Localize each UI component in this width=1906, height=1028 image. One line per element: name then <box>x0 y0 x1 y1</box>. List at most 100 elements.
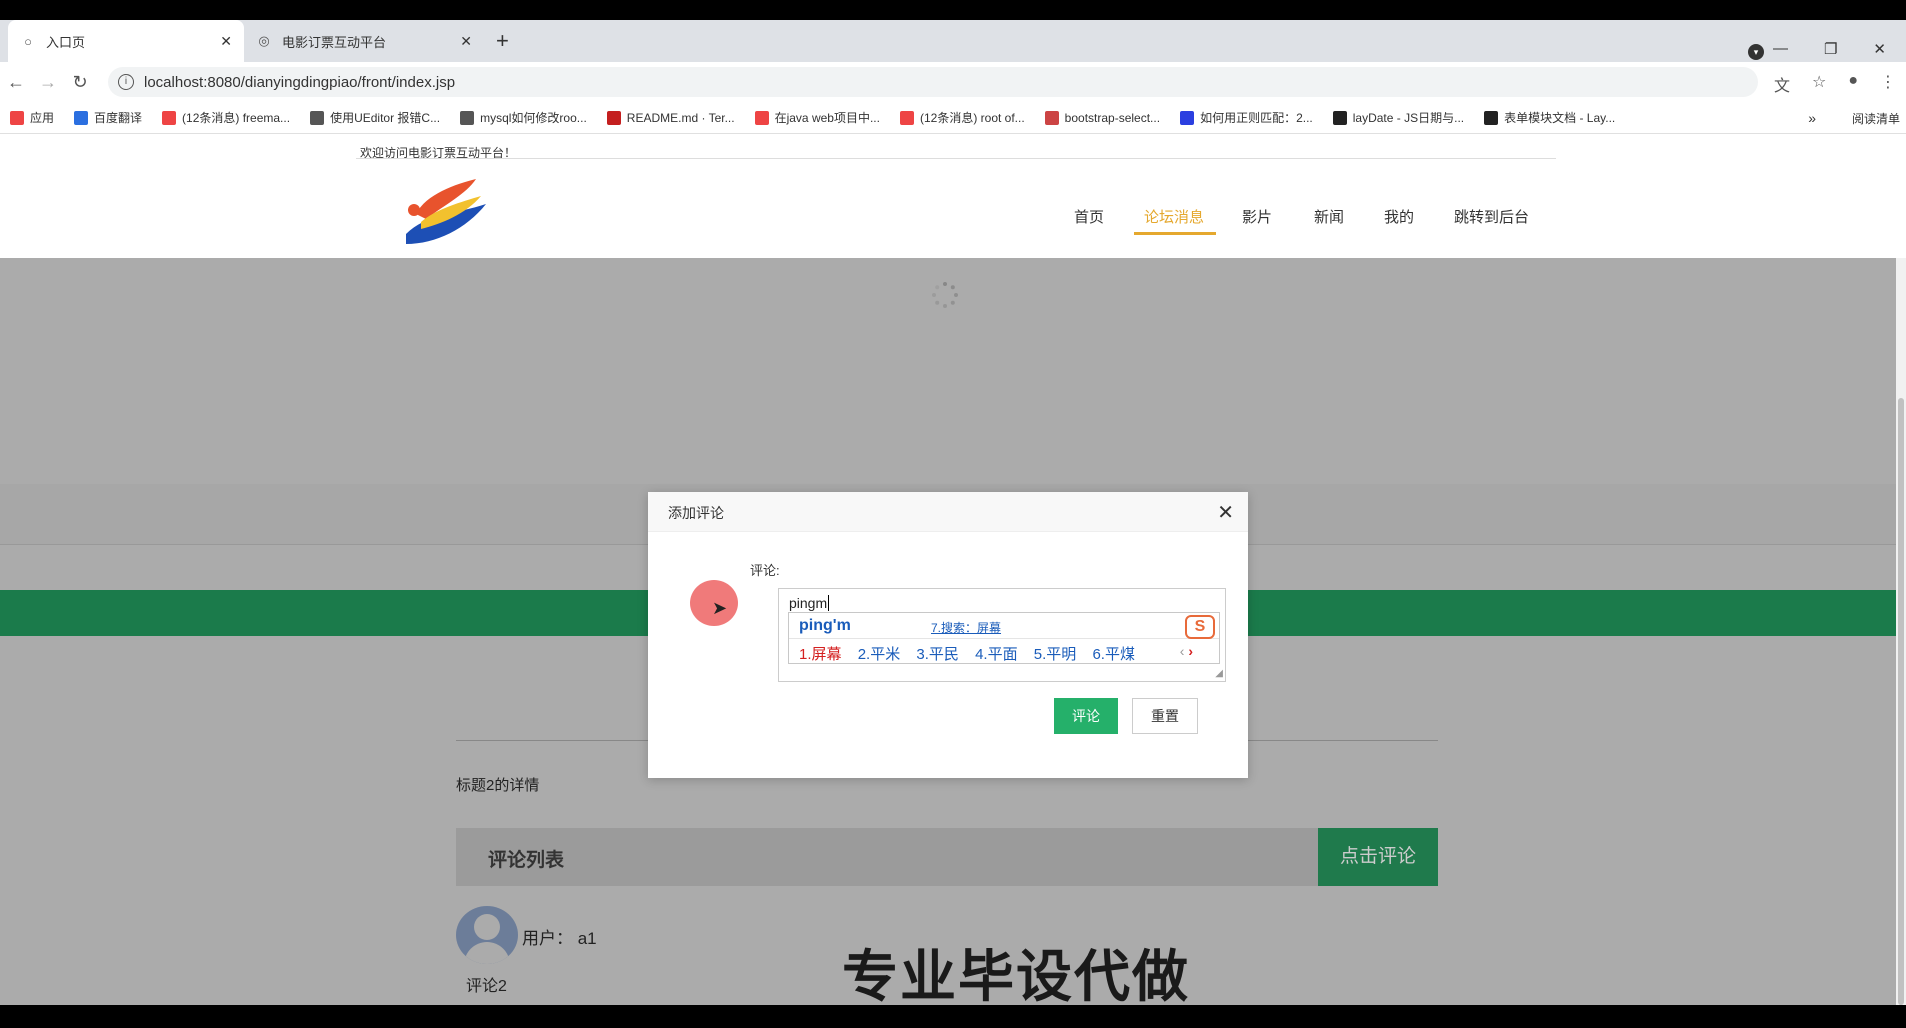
menu-icon[interactable]: ⋮ <box>1880 72 1896 96</box>
bookmark-item[interactable]: README.md · Ter... <box>606 110 735 125</box>
mouse-cursor-icon: ➤ <box>712 598 728 618</box>
add-comment-button[interactable]: 点击评论 <box>1318 828 1438 886</box>
submit-comment-button[interactable]: 评论 <box>1054 698 1118 734</box>
minimize-icon[interactable]: — <box>1773 40 1788 58</box>
bottom-black-bar <box>0 1005 1906 1028</box>
window-controls: — ❐ ✕ <box>1773 40 1886 58</box>
bookmark-item[interactable]: 应用 <box>10 109 54 126</box>
star-icon[interactable]: ☆ <box>1812 72 1826 96</box>
ime-candidate[interactable]: 3.平民 <box>916 646 959 663</box>
loading-spinner-icon <box>932 282 958 308</box>
bookmark-item[interactable]: 使用UEditor 报错C... <box>310 109 440 126</box>
ime-composition-row: ping'm 7.搜索：屏幕 S <box>789 613 1219 639</box>
globe-icon: ○ <box>24 33 32 49</box>
bookmark-label: 在java web项目中... <box>774 111 880 125</box>
bookmark-icon <box>1044 110 1059 125</box>
ime-search-link[interactable]: 7.搜索：屏幕 <box>931 619 1001 636</box>
scrollbar-thumb[interactable] <box>1898 398 1904 1005</box>
ime-candidate[interactable]: 4.平面 <box>975 646 1018 663</box>
nav-admin[interactable]: 跳转到后台 <box>1454 206 1529 227</box>
back-icon[interactable]: ← <box>0 72 32 93</box>
resize-handle-icon[interactable]: ◢ <box>1215 668 1223 679</box>
bookmark-icon <box>310 110 325 125</box>
divider <box>356 158 1556 159</box>
bookmark-item[interactable]: 表单模块文档 - Lay... <box>1484 109 1615 126</box>
window-close-icon[interactable]: ✕ <box>1873 40 1886 58</box>
textarea-value: pingm <box>789 595 828 611</box>
nav-active-indicator <box>1134 232 1216 235</box>
bookmark-item[interactable]: layDate - JS日期与... <box>1332 109 1465 126</box>
bookmark-label: bootstrap-select... <box>1064 110 1161 125</box>
ime-candidate[interactable]: 5.平明 <box>1034 646 1077 663</box>
profile-icon[interactable]: ● <box>1848 72 1858 96</box>
nav-films[interactable]: 影片 <box>1242 206 1272 227</box>
nav-news[interactable]: 新闻 <box>1314 206 1344 227</box>
ime-pinyin: ping'm <box>799 617 851 634</box>
ime-candidate[interactable]: 2.平米 <box>858 646 901 663</box>
bookmark-icon <box>162 110 177 125</box>
bookmark-label: 应用 <box>30 111 55 125</box>
new-tab-button[interactable]: + <box>496 28 509 54</box>
address-bar: ← → ↻ i localhost:8080/dianyingdingpiao/… <box>0 62 1906 102</box>
bookmark-label: (12条消息) freema... <box>182 111 291 125</box>
bookmark-label: mysql如何修改roo... <box>480 111 587 125</box>
screen: ○ 入口页 ✕ ◎ 电影订票互动平台 ✕ + ▾ — ❐ ✕ ← → ↻ i l… <box>0 0 1906 1028</box>
top-black-bar <box>0 0 1906 20</box>
ime-page-arrows[interactable]: ‹ › <box>1180 643 1193 659</box>
bookmark-icon <box>899 110 914 125</box>
close-icon[interactable]: ✕ <box>1217 500 1234 525</box>
url-text: localhost:8080/dianyingdingpiao/front/in… <box>144 73 456 91</box>
bookmark-item[interactable]: 在java web项目中... <box>754 109 880 126</box>
restore-icon[interactable]: ❐ <box>1824 40 1837 58</box>
bookmark-label: 百度翻译 <box>94 111 143 125</box>
bookmarks-more-icon[interactable]: » <box>1808 110 1816 126</box>
bookmark-item[interactable]: (12条消息) freema... <box>162 109 290 126</box>
ime-candidate[interactable]: 1.屏幕 <box>799 646 842 663</box>
site-icon: ◎ <box>258 33 270 48</box>
ime-candidate-window: ping'm 7.搜索：屏幕 S 1.屏幕 2.平米 3.平民 4.平面 5.平… <box>788 612 1220 664</box>
bookmark-item[interactable]: 百度翻译 <box>74 109 142 126</box>
address-actions: 文 ☆ ● ⋮ <box>1774 72 1896 96</box>
bookmark-icon <box>1180 110 1195 125</box>
sogou-logo-icon: S <box>1185 615 1215 639</box>
dialog-title: 添加评论 <box>648 492 1248 532</box>
reset-button[interactable]: 重置 <box>1132 698 1198 734</box>
watermark-text: 专业毕设代做 <box>842 945 1190 1005</box>
nav-forum[interactable]: 论坛消息 <box>1144 206 1204 227</box>
nav-home[interactable]: 首页 <box>1074 206 1104 227</box>
bookmark-item[interactable]: mysql如何修改roo... <box>460 109 587 126</box>
bookmark-label: layDate - JS日期与... <box>1352 111 1465 125</box>
close-icon[interactable]: ✕ <box>460 33 472 50</box>
bookmark-label: 使用UEditor 报错C... <box>330 111 441 125</box>
bookmark-item[interactable]: 如何用正则匹配：2... <box>1180 109 1313 126</box>
bookmarks-bar: 应用 百度翻译 (12条消息) freema... 使用UEditor 报错C... m… <box>0 102 1906 134</box>
nav-mine[interactable]: 我的 <box>1384 206 1414 227</box>
tab-search-icon[interactable]: ▾ <box>1748 44 1764 60</box>
tab-inactive[interactable]: ◎ 电影订票互动平台 ✕ <box>244 20 484 62</box>
comment-text: 评论2 <box>466 978 507 995</box>
comment-list-header: 评论列表 <box>456 828 1318 886</box>
url-input[interactable]: i localhost:8080/dianyingdingpiao/front/… <box>108 67 1758 97</box>
bookmark-label: 如何用正则匹配：2... <box>1200 111 1313 125</box>
bookmark-item[interactable]: bootstrap-select... <box>1044 110 1161 125</box>
comment-field-label: 评论: <box>750 563 780 578</box>
reading-list-button[interactable]: 阅读清单 <box>1852 110 1900 127</box>
add-comment-dialog: 添加评论 ✕ 评论: pingm ◢ 评论 重置 ping'm 7.搜索：屏幕 … <box>648 492 1248 778</box>
close-icon[interactable]: ✕ <box>220 33 232 50</box>
tab-active[interactable]: ○ 入口页 ✕ <box>8 20 244 62</box>
info-icon[interactable]: i <box>118 74 134 90</box>
bookmark-icon <box>606 110 621 125</box>
bookmark-icon <box>1332 110 1347 125</box>
translate-icon[interactable]: 文 <box>1774 72 1790 96</box>
tab-label: 入口页 <box>46 34 86 50</box>
bookmark-icon <box>10 110 24 125</box>
bookmark-label: 表单模块文档 - Lay... <box>1504 111 1616 125</box>
forward-icon[interactable]: → <box>32 72 64 93</box>
bookmark-item[interactable]: (12条消息) root of... <box>899 109 1025 126</box>
bookmark-icon <box>754 110 769 125</box>
detail-title: 标题2的详情 <box>456 777 540 794</box>
reload-icon[interactable]: ↻ <box>64 72 96 93</box>
ime-candidate[interactable]: 6.平煤 <box>1092 646 1135 663</box>
bookmark-icon <box>460 110 475 125</box>
site-logo <box>406 179 486 244</box>
